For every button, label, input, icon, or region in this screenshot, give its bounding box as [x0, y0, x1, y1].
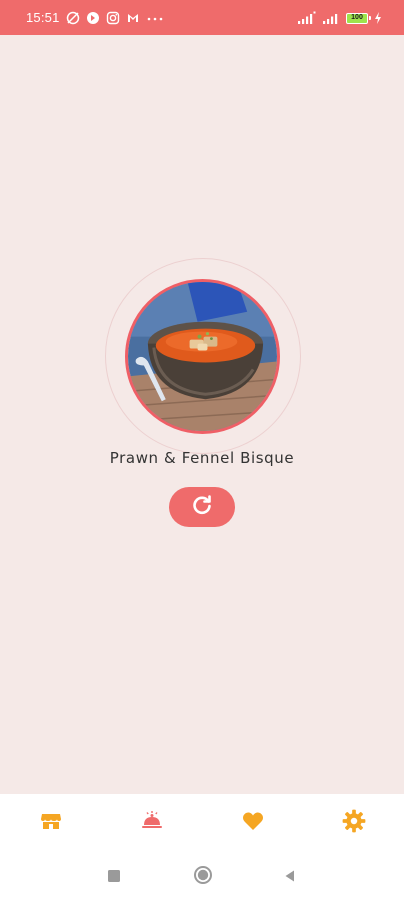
nav-item-meals[interactable] — [122, 803, 182, 843]
meal-name: Prawn & Fennel Bisque — [109, 449, 295, 467]
system-nav-bar — [0, 852, 404, 900]
charging-icon — [374, 11, 382, 25]
refresh-icon — [190, 493, 214, 521]
instagram-icon — [106, 11, 120, 25]
status-bar: 15:51 100 — [0, 0, 404, 35]
status-right: 100 — [296, 10, 382, 26]
gear-icon — [341, 808, 367, 838]
meal-photo-container — [105, 258, 301, 454]
nav-item-settings[interactable] — [324, 803, 384, 843]
heart-icon — [241, 809, 265, 837]
meal-photo — [125, 279, 280, 434]
nav-item-store[interactable] — [21, 803, 81, 843]
cloche-icon — [140, 809, 164, 837]
signal-icon — [322, 11, 340, 25]
more-dots-icon — [146, 11, 164, 25]
battery-icon: 100 — [346, 12, 371, 24]
nav-item-favorites[interactable] — [223, 803, 283, 843]
status-left: 15:51 — [26, 10, 164, 26]
storefront-icon — [39, 809, 63, 837]
signal-4g-icon — [296, 11, 316, 25]
back-button[interactable] — [279, 866, 301, 888]
home-button[interactable] — [192, 866, 214, 888]
bottom-nav — [0, 794, 404, 852]
recent-apps-icon — [107, 868, 121, 887]
recent-apps-button[interactable] — [103, 866, 125, 888]
back-icon — [283, 868, 297, 887]
status-time: 15:51 — [26, 10, 60, 25]
circle-badge-icon — [86, 11, 100, 25]
slash-circle-icon — [66, 11, 80, 25]
home-icon — [193, 865, 213, 889]
refresh-button[interactable] — [169, 487, 235, 527]
mail-icon — [126, 11, 140, 25]
